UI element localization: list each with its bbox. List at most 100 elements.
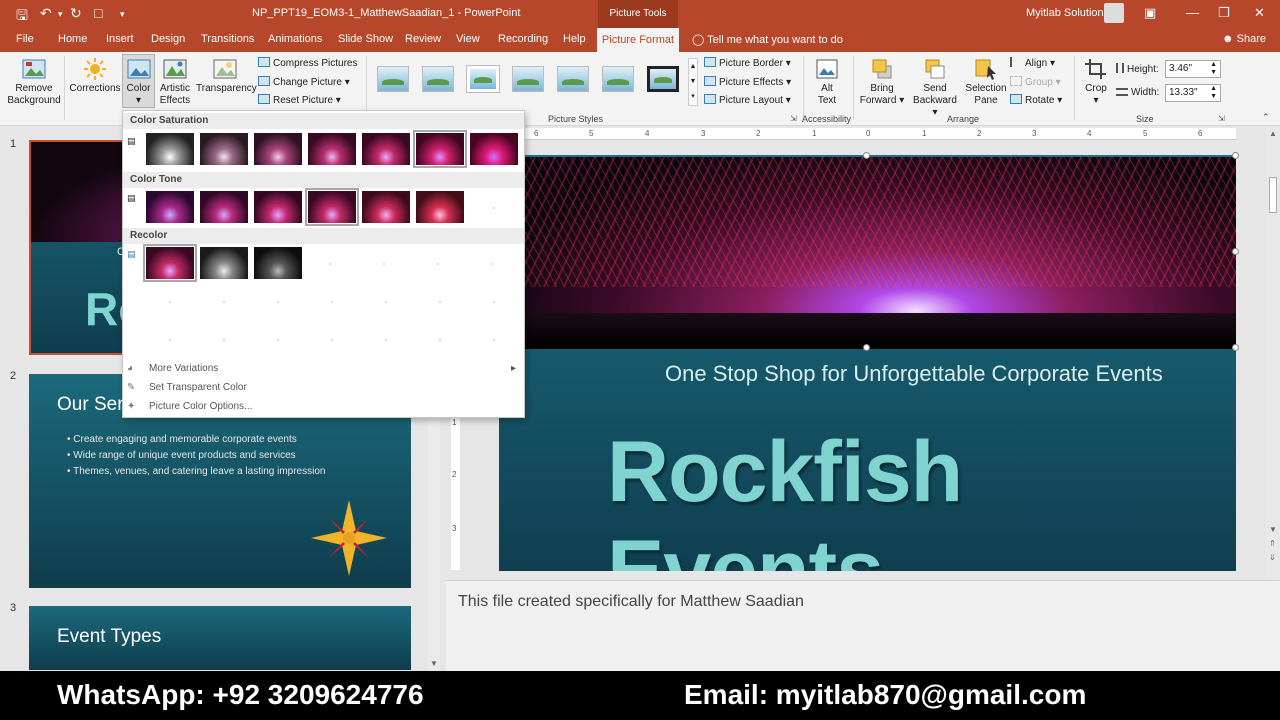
gallery-scroll[interactable]: ▲ ▼ ▾ [688, 58, 698, 106]
slide-canvas[interactable]: One Stop Shop for Unforgettable Corporat… [499, 155, 1236, 571]
picture-styles-launcher-icon[interactable]: ⇲ [790, 114, 797, 123]
tab-picture-format[interactable]: Picture Format [597, 28, 679, 52]
account-name[interactable]: Myitlab Solution [1026, 7, 1104, 19]
picture-style-2[interactable] [422, 66, 454, 92]
previous-slide-icon[interactable]: ⇑ [1269, 539, 1276, 548]
tab-view[interactable]: View [456, 33, 480, 45]
maximize-icon[interactable]: ❐ [1218, 5, 1230, 21]
group-button[interactable]: Group ▾ [1010, 76, 1061, 88]
tab-home[interactable]: Home [58, 33, 87, 45]
bring-forward-button[interactable]: Bring Forward ▾ [858, 58, 906, 107]
recolor-swatch[interactable] [254, 247, 302, 279]
color-button[interactable]: Color ▾ [122, 58, 155, 107]
concert-picture[interactable] [524, 157, 1236, 349]
ribbon-display-icon[interactable]: ▣ [1144, 5, 1156, 21]
recolor-swatch[interactable] [143, 244, 197, 282]
saturation-swatch[interactable] [308, 133, 356, 165]
artistic-effects-button[interactable]: Artistic Effects [156, 58, 194, 107]
tone-swatch[interactable] [362, 191, 410, 223]
saturation-swatch[interactable] [413, 130, 467, 168]
saturation-swatch[interactable] [200, 133, 248, 165]
change-picture-button[interactable]: Change Picture ▾ [258, 76, 350, 88]
picture-style-5[interactable] [557, 66, 589, 92]
next-slide-icon[interactable]: ⇓ [1269, 553, 1276, 562]
tab-recording[interactable]: Recording [498, 33, 548, 45]
scroll-down-icon[interactable]: ▼ [1269, 525, 1277, 534]
picture-style-4[interactable] [512, 66, 544, 92]
compress-pictures-button[interactable]: Compress Pictures [258, 57, 357, 69]
undo-icon[interactable]: ↶ [40, 5, 52, 22]
tone-swatch[interactable] [146, 191, 194, 223]
picture-style-3[interactable] [466, 65, 500, 93]
notes-pane[interactable]: This file created specifically for Matth… [446, 580, 1280, 671]
resize-handle-bottom[interactable] [863, 344, 870, 351]
width-input[interactable]: 13.33" ▲ ▼ [1165, 84, 1221, 102]
selection-pane-button[interactable]: Selection Pane [963, 58, 1009, 107]
crop-button[interactable]: Crop ▾ [1080, 58, 1112, 107]
saturation-swatch[interactable] [362, 133, 410, 165]
tab-design[interactable]: Design [151, 33, 185, 45]
rotate-button[interactable]: Rotate ▾ [1010, 94, 1062, 106]
tone-swatch[interactable] [254, 191, 302, 223]
slide-title[interactable]: Rockfish Events [607, 423, 1236, 571]
close-icon[interactable]: ✕ [1254, 5, 1265, 21]
share-button[interactable]: ☻ Share [1222, 33, 1266, 45]
saturation-swatch[interactable] [146, 133, 194, 165]
picture-layout-button[interactable]: Picture Layout ▾ [704, 94, 791, 106]
reset-picture-button[interactable]: Reset Picture ▾ [258, 94, 341, 106]
picture-border-button[interactable]: Picture Border ▾ [704, 57, 791, 69]
tell-me-search[interactable]: ◯ Tell me what you want to do [692, 33, 843, 46]
tab-file[interactable]: File [16, 33, 34, 45]
slide-thumbnail-3[interactable]: Event Types [29, 606, 411, 670]
align-button[interactable]: Align ▾ [1010, 57, 1055, 69]
picture-style-7[interactable] [647, 66, 679, 92]
width-spinner-icon[interactable]: ▲ ▼ [1210, 85, 1217, 101]
tab-review[interactable]: Review [405, 33, 441, 45]
redo-icon[interactable]: ↻ [70, 5, 82, 22]
customize-qat-icon[interactable]: ▾ [120, 9, 125, 20]
tone-swatch[interactable] [200, 191, 248, 223]
ruler-number: 4 [1087, 129, 1092, 138]
picture-effects-button[interactable]: Picture Effects ▾ [704, 76, 791, 88]
resize-handle-bottom-right[interactable] [1232, 344, 1239, 351]
recolor-swatch[interactable] [200, 247, 248, 279]
notes-text[interactable]: This file created specifically for Matth… [458, 593, 804, 611]
save-icon[interactable]: 🖫 [16, 5, 28, 29]
undo-dropdown-icon[interactable]: ▾ [58, 9, 63, 20]
minimize-icon[interactable]: — [1186, 5, 1199, 20]
set-transparent-color-item[interactable]: ✎ Set Transparent Color [127, 382, 247, 393]
picture-style-1[interactable] [377, 66, 409, 92]
slide-subtitle[interactable]: One Stop Shop for Unforgettable Corporat… [665, 361, 1163, 387]
saturation-swatch[interactable] [470, 133, 518, 165]
picture-style-6[interactable] [602, 66, 634, 92]
resize-handle-right[interactable] [1232, 248, 1239, 255]
send-backward-button[interactable]: Send Backward ▾ [910, 58, 960, 119]
tab-transitions[interactable]: Transitions [201, 33, 254, 45]
bring-forward-label-1: Bring [870, 83, 894, 94]
tab-insert[interactable]: Insert [106, 33, 134, 45]
presenter-icon[interactable]: □ [94, 5, 102, 21]
alt-text-button[interactable]: Alt Text [808, 58, 846, 107]
tab-animations[interactable]: Animations [268, 33, 322, 45]
more-variations-item[interactable]: ◕ More Variations ▸ [127, 363, 516, 374]
resize-handle-top-right[interactable] [1232, 152, 1239, 159]
tone-swatch[interactable] [416, 191, 464, 223]
scroll-thumb[interactable] [1269, 177, 1277, 213]
height-input[interactable]: 3.46" ▲ ▼ [1165, 60, 1221, 78]
remove-background-button[interactable]: Remove Background [6, 58, 62, 107]
tone-swatch[interactable] [305, 188, 359, 226]
slide-scrollbar[interactable]: ▲ ▼ ⇑ ⇓ [1266, 127, 1280, 579]
scroll-up-icon[interactable]: ▲ [1269, 129, 1277, 138]
scroll-down-icon[interactable]: ▼ [430, 659, 438, 668]
size-launcher-icon[interactable]: ⇲ [1218, 114, 1225, 123]
tab-help[interactable]: Help [563, 33, 586, 45]
height-spinner-icon[interactable]: ▲ ▼ [1210, 61, 1217, 77]
picture-color-options-item[interactable]: ✦ Picture Color Options... [127, 401, 252, 412]
saturation-swatch[interactable] [254, 133, 302, 165]
transparency-button[interactable]: Transparency [196, 58, 257, 95]
corrections-button[interactable]: Corrections [68, 58, 122, 95]
avatar[interactable] [1104, 3, 1124, 23]
resize-handle-top[interactable] [863, 152, 870, 159]
tab-slide-show[interactable]: Slide Show [338, 33, 393, 45]
collapse-ribbon-icon[interactable]: ⌃ [1262, 112, 1270, 123]
